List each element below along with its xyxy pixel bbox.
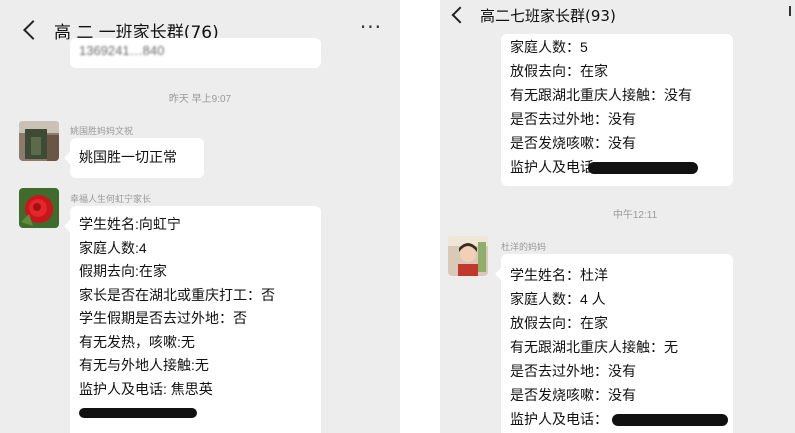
message-text-block: 学生姓名:向虹宁 家庭人数:4 假期去向:在家 家长是否在湖北或重庆打工：否 学… — [79, 213, 275, 425]
redacted-phone-line — [79, 401, 275, 425]
avatar-image — [448, 236, 488, 276]
message-line: 放假去向：在家 — [510, 315, 608, 331]
sender-name: 姚国胜妈妈文祝 — [70, 127, 134, 137]
message-line: 学生姓名:向虹宁 — [79, 216, 181, 232]
message-text: 姚国胜一切正常 — [79, 149, 177, 165]
back-icon[interactable] — [451, 6, 469, 24]
more-icon[interactable]: ··· — [360, 17, 382, 37]
back-icon[interactable] — [23, 20, 43, 40]
message-line: 是否发烧咳嗽：没有 — [510, 135, 636, 151]
message-text-block: 家庭人数：5 放假去向：在家 有无跟湖北重庆人接触：没有 是否去过外地：没有 是… — [510, 35, 698, 179]
message-line-text: 监护人及电话 — [510, 159, 594, 175]
partial-phone-text: 1369241…840 — [79, 43, 165, 58]
avatar-image — [19, 121, 59, 161]
more-icon[interactable] — [789, 6, 793, 16]
message-bubble[interactable]: 学生姓名:向虹宁 家庭人数:4 假期去向:在家 家长是否在湖北或重庆打工：否 学… — [64, 206, 321, 433]
message-text-block: 学生姓名：杜洋 家庭人数：4 人 放假去向：在家 有无跟湖北重庆人接触：无 是否… — [510, 263, 728, 431]
message-line-text: 监护人及电话： — [510, 411, 608, 427]
timestamp: 中午12:11 — [612, 210, 658, 221]
message-line: 有无发热，咳嗽:无 — [79, 333, 195, 350]
avatar[interactable] — [19, 121, 59, 161]
message-line: 学生假期是否去过外地：否 — [79, 310, 247, 326]
message-line: 有无跟湖北重庆人接触：无 — [510, 339, 678, 355]
message-line: 是否发烧咳嗽：没有 — [510, 387, 636, 403]
chat-title: 高二七班家长群(93) — [480, 6, 616, 25]
message-line: 家长是否在湖北或重庆打工：否 — [79, 286, 275, 303]
message-line: 是否去过外地：没有 — [510, 363, 636, 379]
message-line: 有无跟湖北重庆人接触：没有 — [510, 87, 692, 103]
message-bubble-partial[interactable]: 1369241…840 — [70, 38, 321, 68]
redaction-scribble — [588, 162, 698, 175]
message-line: 监护人及电话: 焦思英 — [79, 380, 213, 397]
avatar[interactable] — [19, 188, 59, 228]
redaction-scribble — [612, 414, 728, 427]
message-line: 假期去向:在家 — [79, 263, 167, 279]
right-chat-window: 高二七班家长群(93) 家庭人数：5 放假去向：在家 有无跟湖北重庆人接触：没有… — [440, 0, 795, 433]
redaction-scribble — [79, 408, 197, 419]
message-line: 有无与外地人接触:无 — [79, 357, 209, 373]
message-line: 监护人及电话： — [510, 407, 728, 431]
message-bubble-partial[interactable]: 家庭人数：5 放假去向：在家 有无跟湖北重庆人接触：没有 是否去过外地：没有 是… — [501, 34, 733, 186]
message-line: 家庭人数：4 人 — [510, 291, 606, 307]
sender-name: 杜洋的妈妈 — [501, 243, 547, 253]
timestamp: 昨天 早上9:07 — [168, 94, 232, 105]
message-line: 监护人及电话 — [510, 155, 698, 179]
message-bubble[interactable]: 姚国胜一切正常 — [64, 138, 204, 178]
message-line: 家庭人数:4 — [79, 239, 147, 256]
avatar[interactable] — [448, 236, 488, 276]
message-line: 家庭人数：5 — [510, 39, 588, 55]
message-line: 放假去向：在家 — [510, 63, 608, 79]
avatar-image — [19, 188, 59, 228]
sender-name: 幸福人生何虹宁家长 — [70, 195, 152, 205]
left-chat-window: 高 二 一班家长群(76) ··· 1369241…840 昨天 早上9:07 … — [0, 0, 400, 433]
nav-bar: 高二七班家长群(93) — [440, 0, 795, 30]
message-line: 学生姓名：杜洋 — [510, 267, 608, 283]
message-bubble[interactable]: 学生姓名：杜洋 家庭人数：4 人 放假去向：在家 有无跟湖北重庆人接触：无 是否… — [495, 254, 733, 433]
message-line: 是否去过外地：没有 — [510, 111, 636, 127]
